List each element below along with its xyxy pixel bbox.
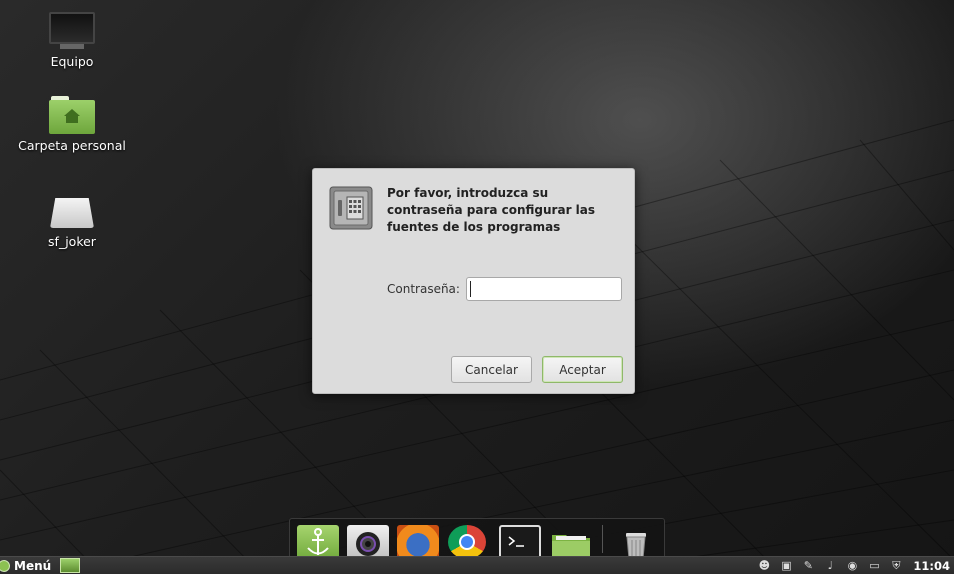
show-desktop-button[interactable] [60,558,80,573]
bottom-panel: Menú ☻ ▣ ✎ ♩ ◉ ▭ ⛨ 11:04 [0,556,954,574]
password-input[interactable] [466,277,622,301]
drive-icon [50,198,94,230]
dock [289,518,665,561]
safe-icon [329,186,373,230]
mint-logo-icon [0,559,10,572]
clipboard-icon[interactable]: ▣ [779,559,793,572]
shield-icon[interactable]: ⛨ [889,559,903,572]
system-tray: ☻ ▣ ✎ ♩ ◉ ▭ ⛨ 11:04 [753,557,954,574]
password-label: Contraseña: [387,282,460,296]
user-icon[interactable]: ☻ [757,559,771,572]
network-icon[interactable]: ✎ [801,559,815,572]
desktop-icon-drive[interactable]: sf_joker [17,198,127,249]
desktop-icon-label: Carpeta personal [18,138,126,153]
dialog-message: Por favor, introduzca su contraseña para… [387,186,596,234]
volume-icon[interactable]: ♩ [823,559,837,572]
menu-button[interactable]: Menú [0,557,51,574]
clock[interactable]: 11:04 [913,559,950,573]
auth-dialog: Por favor, introduzca su contraseña para… [312,168,635,394]
home-folder-icon [49,96,95,134]
chrome-icon[interactable] [448,525,486,559]
desktop-icon-label: Equipo [50,54,94,69]
display-icon[interactable]: ▭ [867,559,881,572]
desktop-icon-label: sf_joker [48,234,96,249]
dock-separator [602,525,603,553]
text-caret [470,281,471,297]
cancel-button[interactable]: Cancelar [451,356,532,383]
desktop-icon-computer[interactable]: Equipo [17,12,127,69]
computer-icon [49,12,95,50]
notification-icon[interactable]: ◉ [845,559,859,572]
menu-label: Menú [14,558,52,573]
accept-button[interactable]: Aceptar [542,356,623,383]
desktop-icon-home-folder[interactable]: Carpeta personal [17,96,127,153]
